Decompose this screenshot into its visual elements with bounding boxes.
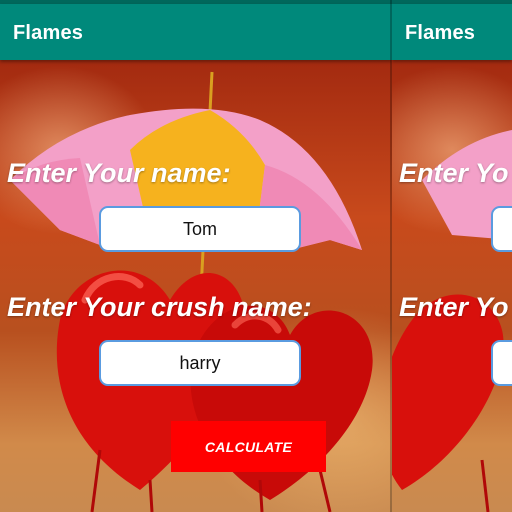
ghost-crush-name-field — [491, 340, 512, 386]
ghost-umbrella-hearts-icon — [392, 130, 512, 512]
ghost-app-title: Flames — [405, 22, 476, 44]
ghost-crush-name-label: Enter Yo — [399, 292, 509, 322]
your-name-field[interactable] — [99, 206, 301, 252]
ghost-background-image — [392, 60, 512, 512]
your-name-label: Enter Your name: — [7, 158, 231, 188]
ghost-your-name-field — [491, 206, 512, 252]
screen-divider — [390, 0, 392, 512]
device-frame: Flames Enter Your name: Tom Enter Your c… — [0, 0, 512, 512]
crush-name-field[interactable] — [99, 340, 301, 386]
ghost-app-bar: Flames — [392, 4, 512, 60]
ghost-your-name-label: Enter Yo — [399, 158, 509, 188]
app-bar: Flames — [0, 4, 392, 60]
calculate-button[interactable]: CALCULATE — [171, 421, 326, 472]
app-title: Flames — [13, 22, 84, 44]
ghost-screen: Flames Enter Yo Enter Yo — [392, 0, 512, 512]
main-screen: Flames Enter Your name: Tom Enter Your c… — [0, 0, 392, 512]
crush-name-label: Enter Your crush name: — [7, 292, 312, 322]
